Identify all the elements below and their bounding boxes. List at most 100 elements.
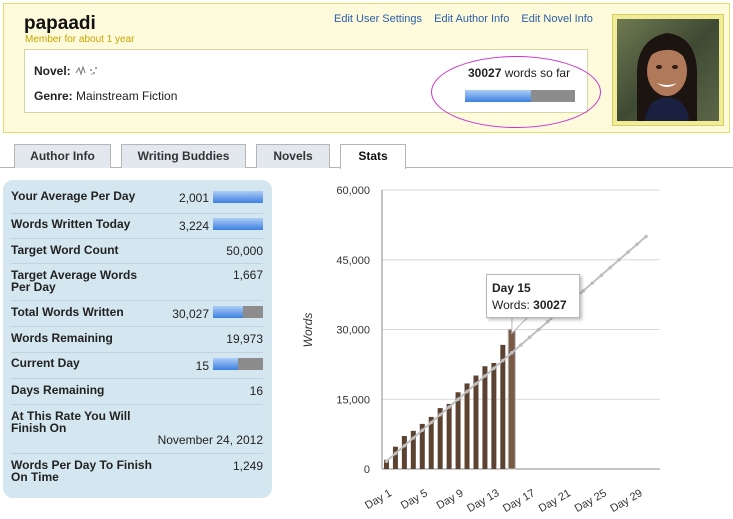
stat-value: 1,667 bbox=[232, 268, 263, 282]
username: papaadi bbox=[24, 13, 96, 34]
tab-stats[interactable]: Stats bbox=[340, 144, 406, 169]
stat-words-remaining: Words Remaining 19,973 bbox=[11, 327, 263, 353]
target-point bbox=[447, 405, 451, 409]
stat-bar bbox=[213, 191, 263, 203]
target-point bbox=[536, 327, 541, 332]
stat-target-average: Target Average Words Per Day 1,667 bbox=[11, 264, 263, 301]
bar bbox=[464, 383, 470, 469]
stat-label: Words Per Day To Finish On Time bbox=[11, 458, 152, 484]
y-tick-label: 45,000 bbox=[336, 255, 370, 267]
profile-tabs: Author Info Writing Buddies Novels Stats bbox=[0, 144, 733, 169]
target-point bbox=[635, 242, 639, 247]
tooltip-label: Words: bbox=[492, 298, 530, 312]
stat-label: Words Remaining bbox=[11, 331, 113, 345]
target-point bbox=[581, 288, 586, 293]
bar bbox=[392, 446, 398, 469]
x-tick-label: Day 29 bbox=[608, 487, 644, 515]
y-tick-label: 0 bbox=[364, 464, 370, 476]
stat-value: 30,027 bbox=[172, 307, 209, 321]
bar bbox=[491, 362, 497, 469]
y-tick-label: 60,000 bbox=[336, 185, 370, 197]
edit-novel-info-link[interactable]: Edit Novel Info bbox=[521, 13, 593, 25]
bar bbox=[482, 366, 488, 469]
stat-value: November 24, 2012 bbox=[157, 433, 263, 447]
stat-days-remaining: Days Remaining 16 bbox=[11, 379, 263, 405]
stat-value: 1,249 bbox=[232, 459, 263, 473]
stat-words-today: Words Written Today 3,224 bbox=[11, 214, 263, 239]
stat-value: 15 bbox=[195, 359, 209, 373]
target-point bbox=[527, 335, 532, 340]
target-point bbox=[483, 374, 487, 378]
target-point bbox=[438, 412, 442, 417]
stat-label: Target Average Words Per Day bbox=[11, 268, 138, 294]
stat-label: At This Rate You Will Finish On bbox=[11, 409, 131, 435]
target-point bbox=[429, 420, 434, 425]
x-tick-label: Day 5 bbox=[399, 487, 430, 512]
stat-average-per-day: Your Average Per Day 2,001 bbox=[11, 188, 263, 214]
y-tick-label: 30,000 bbox=[336, 325, 370, 337]
stats-panel: Your Average Per Day 2,001 Words Written… bbox=[3, 180, 272, 498]
edit-author-info-link[interactable]: Edit Author Info bbox=[434, 13, 509, 25]
x-tick-label: Day 1 bbox=[363, 487, 394, 512]
chart-tooltip: Day 15 Words: 30027 bbox=[486, 274, 580, 318]
stat-bar bbox=[213, 306, 263, 318]
genre-label: Genre: bbox=[34, 89, 73, 103]
target-point bbox=[465, 389, 469, 394]
y-axis-label: Words bbox=[301, 313, 315, 348]
genre-line: Genre: Mainstream Fiction bbox=[34, 89, 177, 103]
stat-target-word-count: Target Word Count 50,000 bbox=[11, 239, 263, 264]
stat-bar-fill bbox=[213, 358, 238, 370]
edit-user-settings-link[interactable]: Edit User Settings bbox=[334, 13, 422, 25]
x-tick-label: Day 25 bbox=[573, 487, 609, 515]
stat-total-words: Total Words Written 30,027 bbox=[11, 301, 263, 327]
stat-current-day: Current Day 15 bbox=[11, 353, 263, 379]
stat-bar bbox=[213, 358, 263, 370]
words-so-far: 30027 words so far bbox=[468, 66, 570, 80]
stat-words-per-day-to-finish: Words Per Day To Finish On Time 1,249 bbox=[11, 454, 263, 490]
novel-summary: Novel: Genre: Mainstream Fiction 30027 w… bbox=[24, 49, 588, 113]
stat-value: 3,224 bbox=[178, 219, 209, 233]
words-count-suffix: words so far bbox=[504, 66, 571, 80]
x-tick-label: Day 13 bbox=[465, 487, 501, 515]
target-point bbox=[617, 257, 621, 262]
target-point bbox=[590, 281, 595, 285]
bar bbox=[455, 392, 461, 469]
target-line bbox=[385, 235, 647, 463]
stat-bar-fill bbox=[213, 191, 263, 203]
genre-value: Mainstream Fiction bbox=[76, 89, 178, 103]
target-point bbox=[456, 397, 460, 402]
novel-label: Novel: bbox=[34, 64, 71, 78]
stat-label: Days Remaining bbox=[11, 383, 105, 397]
bar bbox=[500, 344, 506, 469]
target-point bbox=[501, 358, 505, 363]
bar bbox=[446, 403, 452, 469]
x-tick-label: Day 9 bbox=[435, 487, 466, 512]
target-point bbox=[402, 443, 407, 448]
tab-novels[interactable]: Novels bbox=[256, 144, 330, 168]
target-point bbox=[492, 366, 496, 371]
stat-value: 16 bbox=[249, 384, 263, 398]
stat-value: 50,000 bbox=[226, 244, 263, 258]
tab-writing-buddies[interactable]: Writing Buddies bbox=[121, 144, 246, 168]
tab-author-info[interactable]: Author Info bbox=[14, 144, 111, 168]
target-point bbox=[599, 273, 604, 278]
stat-value: 2,001 bbox=[178, 191, 209, 205]
stat-label: Target Word Count bbox=[11, 243, 119, 257]
avatar bbox=[612, 14, 724, 126]
target-point bbox=[474, 381, 478, 386]
x-tick-label: Day 17 bbox=[501, 487, 537, 515]
target-point bbox=[608, 265, 613, 270]
member-since: Member for about 1 year bbox=[25, 34, 135, 45]
target-point bbox=[545, 319, 550, 324]
stat-label: Current Day bbox=[11, 356, 80, 370]
avatar-photo bbox=[617, 19, 719, 121]
target-point bbox=[393, 451, 398, 456]
target-point bbox=[518, 343, 523, 347]
novel-line: Novel: bbox=[34, 64, 100, 78]
words-chart: 0 15,000 30,000 45,000 60,000 Words Day 1 Day 5… bbox=[301, 185, 660, 515]
tooltip-pointer bbox=[511, 316, 529, 335]
tooltip-title: Day 15 bbox=[492, 281, 531, 295]
x-tick-label: Day 21 bbox=[537, 487, 573, 515]
bar bbox=[401, 435, 407, 469]
target-point bbox=[384, 459, 389, 464]
